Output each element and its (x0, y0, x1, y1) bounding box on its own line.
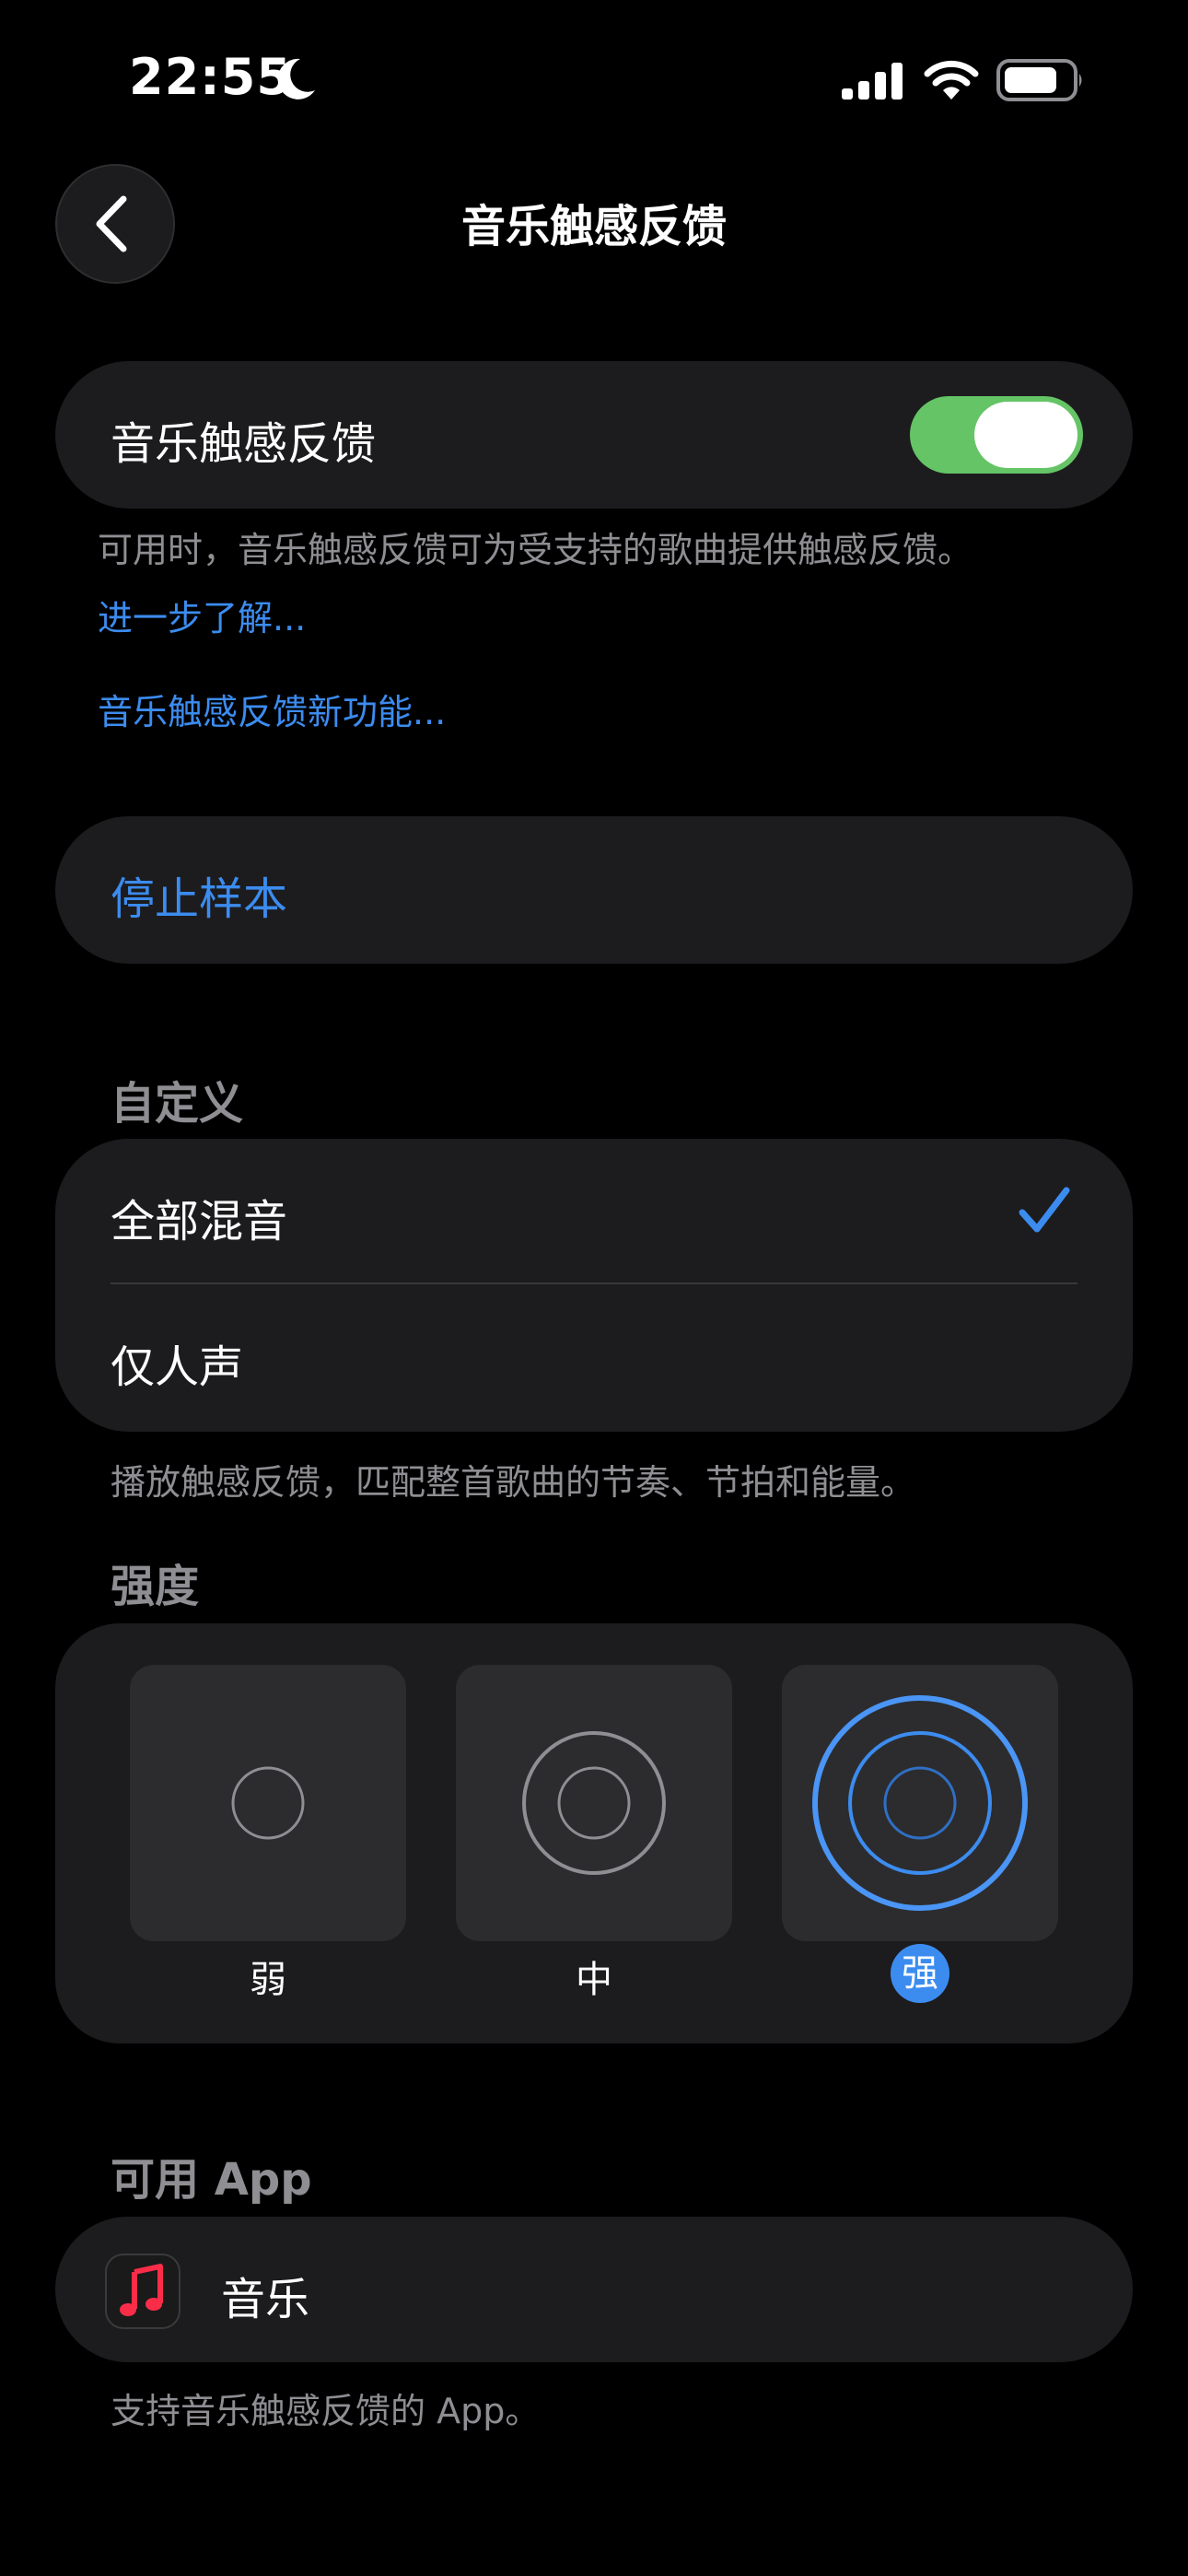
haptics-toggle-switch[interactable] (910, 396, 1083, 474)
status-time: 22:55 (129, 48, 292, 106)
weak-text: 弱 (250, 1959, 286, 2001)
medium-rings-icon (522, 1731, 666, 1875)
learn-more-link[interactable]: 进一步了解... (98, 590, 306, 640)
whats-new-link[interactable]: 音乐触感反馈新功能... (98, 684, 446, 734)
cellular-signal-icon (842, 63, 903, 100)
customize-footnote: 播放触感反馈，匹配整首歌曲的节奏、节拍和能量。 (111, 1462, 916, 1503)
customize-header: 自定义 (111, 1078, 244, 1130)
option-all-mix-label: 全部混音 (111, 1196, 288, 1247)
intensity-medium-tile[interactable] (456, 1665, 732, 1941)
music-app-icon (105, 2254, 181, 2329)
music-app-label: 音乐 (221, 2274, 310, 2325)
stop-sample-label: 停止样本 (111, 873, 288, 925)
intensity-strong-tile[interactable] (782, 1665, 1058, 1941)
app-row-music[interactable] (55, 2217, 1133, 2362)
haptics-description: 可用时，音乐触感反馈可为受支持的歌曲提供触感反馈。 (98, 530, 973, 570)
intensity-weak-label: 弱 (130, 1950, 406, 2003)
page-title: 音乐触感反馈 (460, 201, 727, 252)
intensity-medium-label: 中 (456, 1950, 732, 2003)
strong-text: 强 (891, 1944, 949, 2003)
battery-icon (996, 59, 1082, 101)
status-time-text: 22:55 (129, 48, 292, 106)
intensity-weak-tile[interactable] (130, 1665, 406, 1941)
apps-footnote: 支持音乐触感反馈的 App。 (111, 2391, 541, 2431)
intensity-strong-label: 强 (782, 1944, 1058, 2003)
weak-rings-icon (231, 1766, 305, 1840)
apps-header: 可用 App (111, 2154, 312, 2206)
medium-text: 中 (576, 1959, 612, 2001)
moon-icon (277, 58, 315, 100)
music-note-icon (120, 2264, 163, 2316)
toggle-knob (974, 402, 1077, 468)
option-vocals-only-label: 仅人声 (111, 1341, 244, 1393)
wifi-icon (924, 60, 979, 100)
haptics-toggle-label: 音乐触感反馈 (111, 418, 377, 470)
intensity-header: 强度 (111, 1561, 200, 1612)
strong-rings-icon (812, 1695, 1028, 1911)
checkmark-icon (1019, 1187, 1070, 1233)
divider (111, 1282, 1077, 1284)
